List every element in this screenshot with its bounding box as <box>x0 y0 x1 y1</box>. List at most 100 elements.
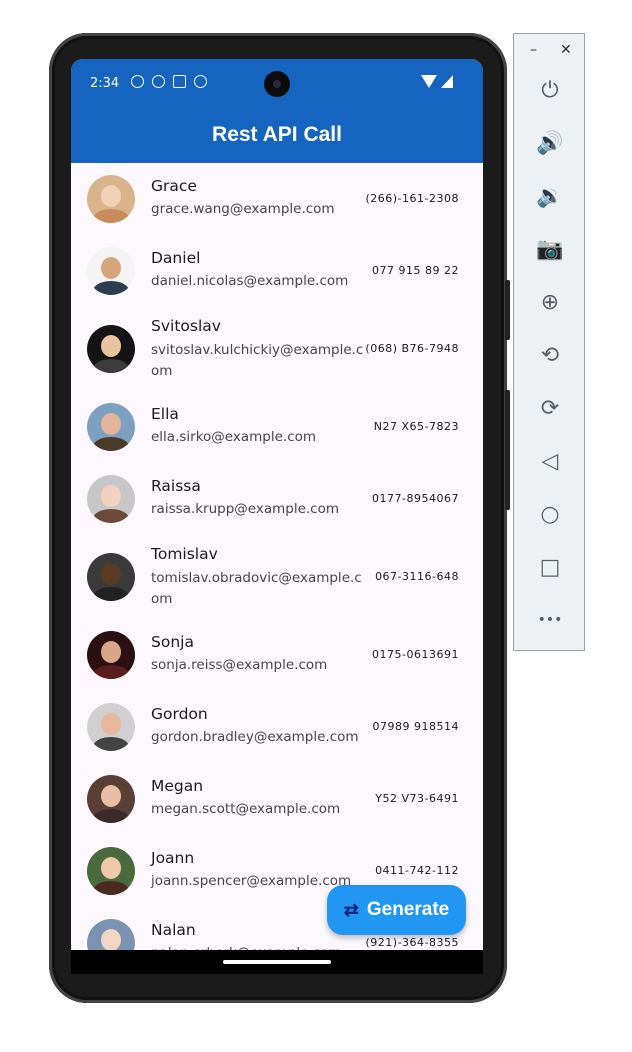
list-item[interactable]: Megan megan.scott@example.com Y52 V73-6491 <box>71 763 483 835</box>
user-name: Daniel <box>151 249 201 267</box>
user-name: Tomislav <box>151 545 218 563</box>
camera-icon: 📷 <box>536 236 564 262</box>
avatar <box>87 919 135 950</box>
avatar-face <box>101 485 121 507</box>
user-phone: 07989 918514 <box>372 720 459 733</box>
avatar-body <box>93 809 129 823</box>
wifi-icon <box>421 75 437 88</box>
list-item[interactable]: Tomislav tomislav.obradovic@example.com 06… <box>71 535 483 619</box>
generate-button[interactable]: ⇄ Generate <box>327 885 466 935</box>
avatar-body <box>93 737 129 751</box>
user-name: Sonja <box>151 633 194 651</box>
user-email: ella.sirko@example.com <box>151 429 317 445</box>
user-name: Ella <box>151 405 179 423</box>
rotate-left-icon: ⟲ <box>540 342 560 368</box>
zoom-icon: ⊕ <box>540 289 560 315</box>
avatar <box>87 247 135 295</box>
status-bar: 2:34 <box>71 59 483 107</box>
user-phone: 0175-0613691 <box>372 648 459 661</box>
front-camera <box>264 71 290 97</box>
user-phone: 0177-8954067 <box>372 492 459 505</box>
avatar <box>87 553 135 601</box>
sync-icon <box>194 75 207 88</box>
rotate-right-button[interactable]: ⟳ <box>514 388 586 428</box>
volume-down-icon: 🔉 <box>536 183 564 209</box>
avatar-face <box>101 785 121 807</box>
list-item[interactable]: Grace grace.wang@example.com (266)-161-230… <box>71 163 483 235</box>
user-phone: (068) B76-7948 <box>365 342 459 355</box>
list-item[interactable]: Gordon gordon.bradley@example.com 07989 91… <box>71 691 483 763</box>
user-name: Grace <box>151 177 197 195</box>
more-button[interactable]: ••• <box>514 600 586 640</box>
minimize-icon[interactable]: – <box>530 42 537 58</box>
user-list[interactable]: Grace grace.wang@example.com (266)-161-230… <box>71 163 483 950</box>
user-name: Gordon <box>151 705 208 723</box>
avatar-face <box>101 257 121 279</box>
user-name: Raissa <box>151 477 201 495</box>
user-email: nalan.erberk@example.com <box>151 943 365 950</box>
avatar-face <box>101 713 121 735</box>
navigation-bar <box>71 950 483 974</box>
avatar-face <box>101 563 121 585</box>
user-email: daniel.nicolas@example.com <box>151 273 349 289</box>
user-email: megan.scott@example.com <box>151 801 341 817</box>
avatar <box>87 631 135 679</box>
avatar-body <box>93 587 129 601</box>
list-item[interactable]: Sonja sonja.reiss@example.com 0175-0613691 <box>71 619 483 691</box>
user-name: Megan <box>151 777 204 795</box>
volume-side-button <box>505 390 510 510</box>
avatar-body <box>93 281 129 295</box>
list-item[interactable]: Ella ella.sirko@example.com N27 X65-7823 <box>71 391 483 463</box>
power-side-button <box>505 280 510 340</box>
avatar <box>87 775 135 823</box>
list-item[interactable]: Raissa raissa.krupp@example.com 0177-89540… <box>71 463 483 535</box>
user-phone: 077 915 89 22 <box>372 264 459 277</box>
list-item[interactable]: Svitoslav svitoslav.kulchickiy@example.co… <box>71 307 483 391</box>
avatar-face <box>101 413 121 435</box>
zoom-button[interactable]: ⊕ <box>514 282 586 322</box>
overview-button[interactable]: □ <box>514 547 586 587</box>
user-email: raissa.krupp@example.com <box>151 501 339 517</box>
app-screen: 2:34 Rest API Call Grace grace.wang@examp… <box>71 59 483 950</box>
avatar-face <box>101 641 121 663</box>
avatar-face <box>101 335 121 357</box>
volume-up-icon: 🔊 <box>536 130 564 156</box>
generate-label: Generate <box>366 899 450 920</box>
user-phone: Y52 V73-6491 <box>375 792 459 805</box>
avatar <box>87 847 135 895</box>
power-button[interactable]: ⏻ <box>514 70 586 110</box>
rotate-right-icon: ⟳ <box>540 395 560 421</box>
user-phone: (266)-161-2308 <box>365 192 459 205</box>
user-name: Joann <box>151 849 195 867</box>
more-icon: ••• <box>537 612 563 628</box>
user-name: Svitoslav <box>151 317 221 335</box>
overview-icon: □ <box>539 554 561 580</box>
user-phone: (921)-364-8355 <box>365 936 459 949</box>
list-item[interactable]: Daniel daniel.nicolas@example.com 077 915 … <box>71 235 483 307</box>
back-button[interactable]: ◁ <box>514 441 586 481</box>
avatar-body <box>93 437 129 451</box>
home-button[interactable]: ○ <box>514 494 586 534</box>
signal-icon <box>441 75 453 88</box>
avatar <box>87 403 135 451</box>
power-icon: ⏻ <box>541 77 559 103</box>
avatar-face <box>101 857 121 879</box>
user-email: gordon.bradley@example.com <box>151 729 359 745</box>
home-icon: ○ <box>540 501 560 527</box>
user-email: grace.wang@example.com <box>151 201 335 217</box>
home-gesture-pill[interactable] <box>223 960 331 964</box>
user-phone: N27 X65-7823 <box>373 420 459 433</box>
avatar-face <box>101 929 121 950</box>
emulator-panel: – ✕ ⏻ 🔊 🔉 📷 ⊕ ⟲ ⟳ ◁ ○ □ ••• <box>513 33 585 651</box>
user-email: sonja.reiss@example.com <box>151 657 328 673</box>
shield-icon <box>152 75 165 88</box>
close-icon[interactable]: ✕ <box>560 42 572 58</box>
volume-down-button[interactable]: 🔉 <box>514 176 586 216</box>
avatar <box>87 325 135 373</box>
camera-button[interactable]: 📷 <box>514 229 586 269</box>
sim-icon <box>173 75 186 88</box>
volume-up-button[interactable]: 🔊 <box>514 123 586 163</box>
rotate-left-button[interactable]: ⟲ <box>514 335 586 375</box>
avatar <box>87 475 135 523</box>
back-icon: ◁ <box>541 448 559 474</box>
